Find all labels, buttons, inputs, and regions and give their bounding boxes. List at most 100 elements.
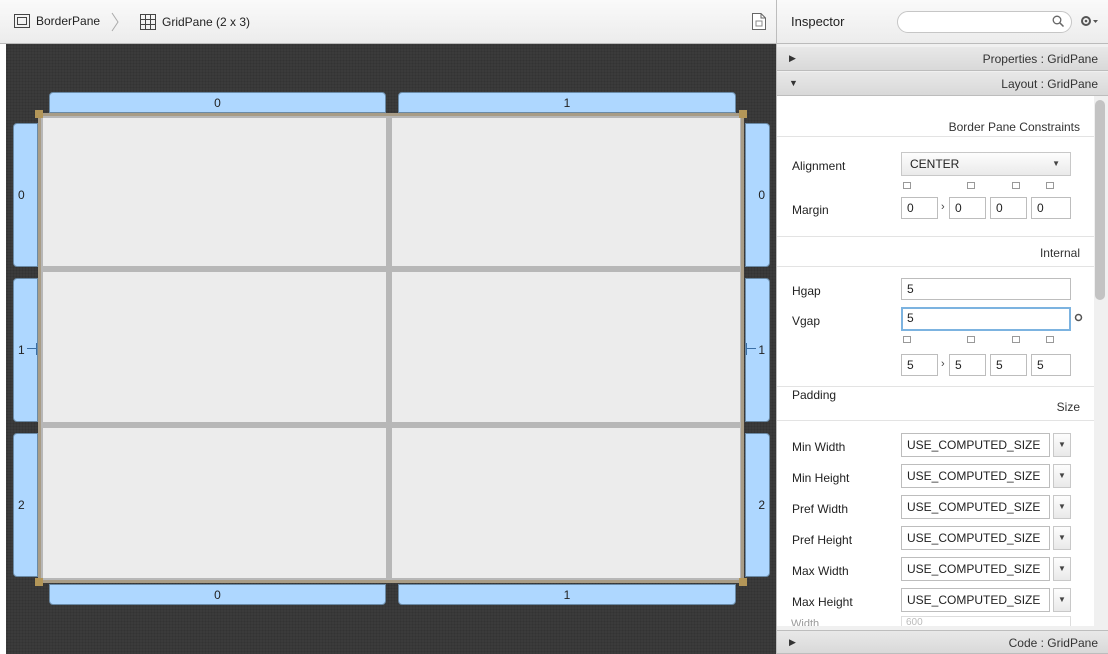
inspector-title: Inspector xyxy=(791,14,845,29)
section-title: Code : GridPane xyxy=(1008,636,1098,650)
disclosure-right-icon: ▶ xyxy=(789,53,796,63)
divider xyxy=(777,136,1094,137)
border-pane-icon xyxy=(14,14,30,28)
chevron-down-icon[interactable]: ▼ xyxy=(1053,557,1071,581)
hgap-label: Hgap xyxy=(792,284,821,298)
margin-bottom-side-icon xyxy=(1012,182,1020,189)
width-field[interactable]: 600 xyxy=(901,616,1071,626)
max-width-value[interactable]: USE_COMPUTED_SIZE xyxy=(901,557,1050,581)
grid-cell[interactable] xyxy=(43,118,386,266)
margin-left-field[interactable]: 0 xyxy=(1031,197,1071,219)
section-code[interactable]: ▶ Code : GridPane xyxy=(777,630,1108,654)
min-height-value[interactable]: USE_COMPUTED_SIZE xyxy=(901,464,1050,488)
pref-width-label: Pref Width xyxy=(792,502,849,516)
pref-height-combo[interactable]: USE_COMPUTED_SIZE ▼ xyxy=(901,526,1071,550)
chevron-right-icon xyxy=(111,12,119,32)
subheading-size: Size xyxy=(1056,400,1080,414)
resize-handle[interactable] xyxy=(739,578,747,586)
row-tab-right[interactable]: 0 xyxy=(745,123,770,267)
alignment-dropdown[interactable]: CENTER ▼ xyxy=(901,152,1071,176)
section-title: Layout : GridPane xyxy=(1001,77,1098,91)
grid-cell[interactable] xyxy=(392,118,740,266)
min-width-label: Min Width xyxy=(792,440,846,454)
vgap-field[interactable]: 5 xyxy=(901,307,1071,331)
column-tab-bottom[interactable]: 1 xyxy=(398,584,736,605)
scene-editor: BorderPane GridPane (2 x 3) 0 1 0 1 0 1 … xyxy=(0,0,776,654)
grid-cell[interactable] xyxy=(43,272,386,422)
column-tab-top[interactable]: 1 xyxy=(398,92,736,113)
margin-top-field[interactable]: 0 xyxy=(901,197,938,219)
hgap-field[interactable]: 5 xyxy=(901,278,1071,300)
disclosure-down-icon: ▼ xyxy=(789,78,798,88)
resize-handle[interactable] xyxy=(35,110,43,118)
padding-right-side-icon xyxy=(967,336,975,343)
gap-indicator-icon xyxy=(746,343,756,355)
resize-handle[interactable] xyxy=(35,578,43,586)
chevron-down-icon[interactable]: ▼ xyxy=(1053,526,1071,550)
disclosure-right-icon: ▶ xyxy=(789,637,796,647)
grid-cell[interactable] xyxy=(392,272,740,422)
section-layout[interactable]: ▼ Layout : GridPane xyxy=(777,72,1108,96)
section-properties[interactable]: ▶ Properties : GridPane xyxy=(777,47,1108,71)
alignment-value: CENTER xyxy=(910,157,960,171)
margin-label: Margin xyxy=(792,203,829,217)
row-tab-right[interactable]: 2 xyxy=(745,433,770,577)
section-title: Properties : GridPane xyxy=(982,52,1098,66)
link-arrow-icon[interactable]: › xyxy=(941,201,945,213)
chevron-down-icon[interactable]: ▼ xyxy=(1053,464,1071,488)
column-tab-top[interactable]: 0 xyxy=(49,92,386,113)
divider xyxy=(777,266,1094,267)
link-arrow-icon[interactable]: › xyxy=(941,358,945,370)
padding-label: Padding xyxy=(792,388,837,402)
gear-menu-icon[interactable] xyxy=(1080,15,1100,27)
gridpane[interactable] xyxy=(38,113,744,583)
search-input[interactable] xyxy=(897,11,1072,33)
padding-bottom-field[interactable]: 5 xyxy=(990,354,1027,376)
padding-top-side-icon xyxy=(903,336,911,343)
layout-section-body: Border Pane Constraints Alignment CENTER… xyxy=(777,96,1094,626)
inspector-header: Inspector xyxy=(777,0,1108,44)
chevron-down-icon[interactable]: ▼ xyxy=(1053,433,1071,457)
min-height-label: Min Height xyxy=(792,471,850,485)
search-icon xyxy=(1052,15,1065,28)
row-tab-left[interactable]: 0 xyxy=(13,123,38,267)
row-tab-left[interactable]: 2 xyxy=(13,433,38,577)
min-height-combo[interactable]: USE_COMPUTED_SIZE ▼ xyxy=(901,464,1071,488)
margin-left-side-icon xyxy=(1046,182,1054,189)
resize-handle[interactable] xyxy=(739,110,747,118)
max-height-combo[interactable]: USE_COMPUTED_SIZE ▼ xyxy=(901,588,1071,612)
max-width-combo[interactable]: USE_COMPUTED_SIZE ▼ xyxy=(901,557,1071,581)
margin-right-field[interactable]: 0 xyxy=(949,197,986,219)
padding-right-field[interactable]: 5 xyxy=(949,354,986,376)
divider xyxy=(777,420,1094,421)
breadcrumb-item-borderpane[interactable]: BorderPane xyxy=(14,14,100,28)
breadcrumb-item-gridpane[interactable]: GridPane (2 x 3) xyxy=(140,14,250,30)
chevron-down-icon[interactable]: ▼ xyxy=(1053,495,1071,519)
padding-left-side-icon xyxy=(1046,336,1054,343)
min-width-value[interactable]: USE_COMPUTED_SIZE xyxy=(901,433,1050,457)
gear-icon[interactable] xyxy=(1074,313,1083,322)
margin-bottom-field[interactable]: 0 xyxy=(990,197,1027,219)
min-width-combo[interactable]: USE_COMPUTED_SIZE ▼ xyxy=(901,433,1071,457)
margin-right-side-icon xyxy=(967,182,975,189)
grid-cell[interactable] xyxy=(392,428,740,578)
grid-cell[interactable] xyxy=(43,428,386,578)
width-label: Width xyxy=(791,618,820,626)
document-icon[interactable] xyxy=(752,13,766,30)
max-height-value[interactable]: USE_COMPUTED_SIZE xyxy=(901,588,1050,612)
margin-top-side-icon xyxy=(903,182,911,189)
pref-height-value[interactable]: USE_COMPUTED_SIZE xyxy=(901,526,1050,550)
scrollbar[interactable] xyxy=(1095,100,1105,300)
max-height-label: Max Height xyxy=(792,595,853,609)
chevron-down-icon[interactable]: ▼ xyxy=(1053,588,1071,612)
padding-left-field[interactable]: 5 xyxy=(1031,354,1071,376)
design-canvas[interactable]: 0 1 0 1 0 1 2 0 1 2 xyxy=(6,44,776,654)
pref-width-value[interactable]: USE_COMPUTED_SIZE xyxy=(901,495,1050,519)
breadcrumb-label: GridPane (2 x 3) xyxy=(162,15,251,29)
divider xyxy=(777,236,1094,237)
inspector-panel: Inspector ▶ Properties : GridPane ▼ Layo… xyxy=(776,0,1108,654)
padding-top-field[interactable]: 5 xyxy=(901,354,938,376)
column-tab-bottom[interactable]: 0 xyxy=(49,584,386,605)
pref-width-combo[interactable]: USE_COMPUTED_SIZE ▼ xyxy=(901,495,1071,519)
alignment-label: Alignment xyxy=(792,159,846,173)
